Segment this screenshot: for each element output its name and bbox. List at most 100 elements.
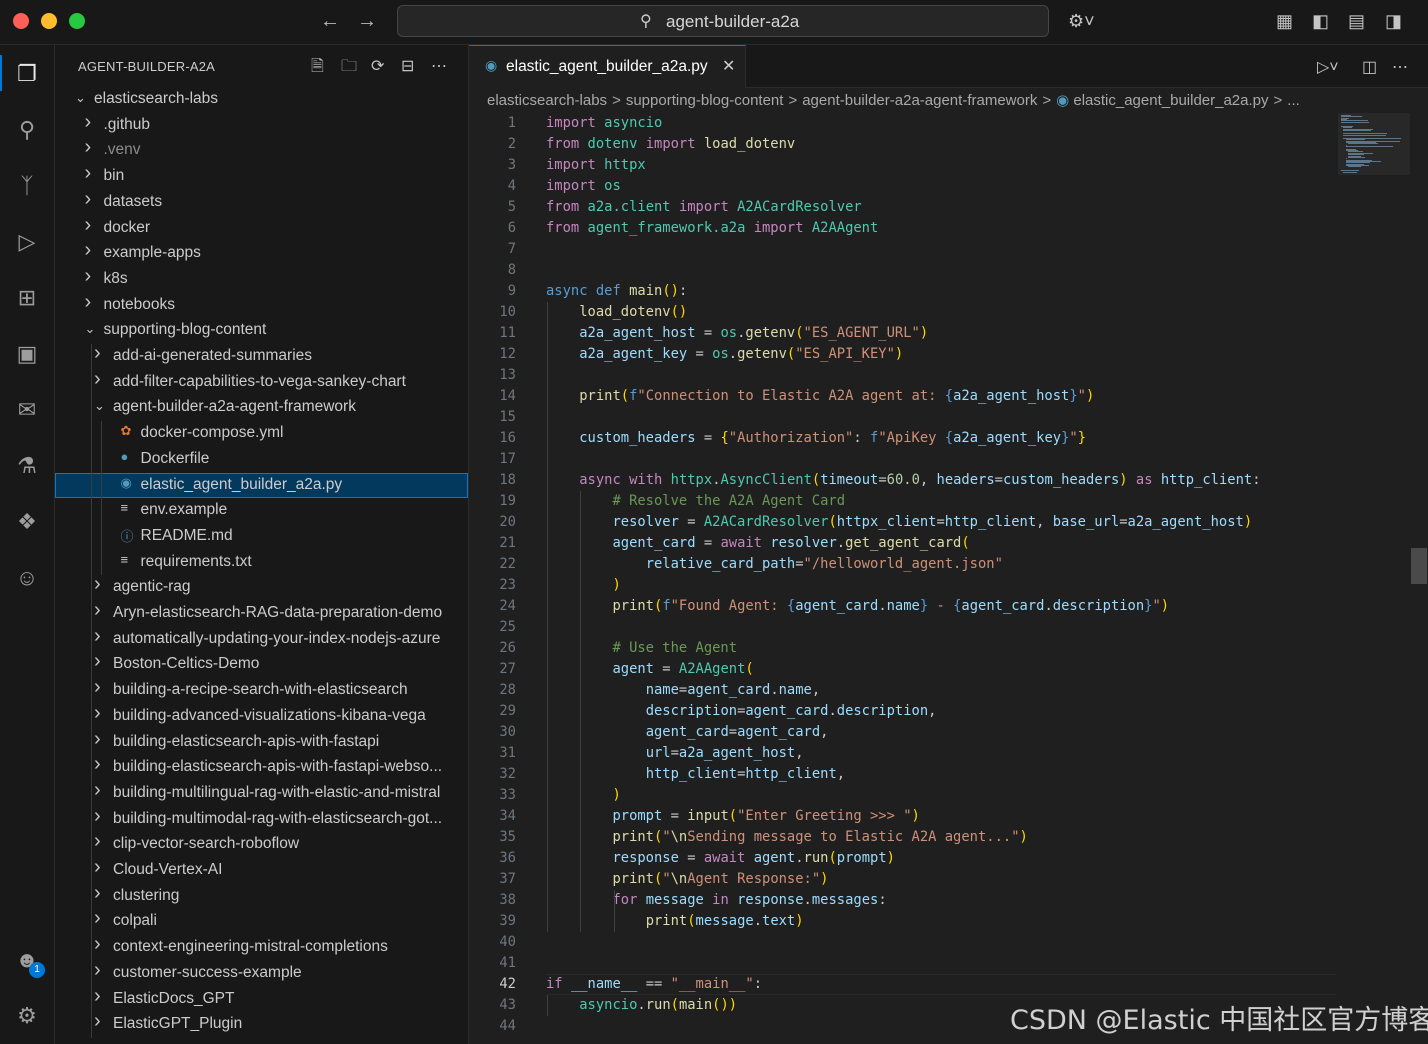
code-line[interactable]: load_dotenv() — [546, 302, 687, 323]
new-folder-icon[interactable]: 🗀 — [341, 55, 371, 82]
code-line[interactable]: response = await agent.run(prompt) — [546, 848, 894, 869]
tab-elastic-agent-builder-a2a[interactable]: ◉ elastic_agent_builder_a2a.py ✕ — [469, 45, 746, 88]
explorer-icon[interactable]: ❐ — [12, 59, 42, 89]
tree-folder[interactable]: › building-advanced-visualizations-kibana… — [55, 702, 468, 730]
code-line[interactable]: print(f"Connection to Elastic A2A agent … — [546, 386, 1094, 407]
tree-folder[interactable]: ⌄ agent-builder-a2a-agent-framework — [55, 395, 468, 421]
back-arrow-icon[interactable]: ← — [320, 10, 340, 33]
code-line[interactable]: agent_card = await resolver.get_agent_ca… — [546, 533, 969, 554]
breadcrumb-item[interactable]: agent-builder-a2a-agent-framework — [802, 92, 1037, 109]
code-line[interactable]: ) — [546, 575, 620, 596]
copilot-icon[interactable]: ⚙˅ — [1068, 11, 1095, 32]
chevron-right-icon[interactable]: › — [94, 779, 101, 802]
chevron-right-icon[interactable]: › — [94, 959, 101, 982]
run-python-file-icon[interactable]: ▷˅ — [1317, 57, 1339, 77]
code-line[interactable]: # Use the Agent — [546, 638, 737, 659]
tree-folder[interactable]: › add-ai-generated-summaries — [55, 342, 468, 370]
tree-file[interactable]: ◉ elastic_agent_builder_a2a.py — [55, 472, 468, 499]
command-center-search[interactable]: ⚲ agent-builder-a2a — [397, 5, 1049, 37]
code-line[interactable]: import os — [546, 176, 621, 197]
code-line[interactable]: print(message.text) — [546, 911, 804, 932]
code-line[interactable]: from a2a.client import A2ACardResolver — [546, 197, 862, 218]
source-control-icon[interactable]: ᛉ — [12, 171, 42, 201]
code-line[interactable]: for message in response.messages: — [546, 890, 886, 911]
maximize-window-button[interactable] — [69, 13, 85, 29]
code-line[interactable]: import httpx — [546, 155, 646, 176]
tree-file[interactable]: ✿ docker-compose.yml — [55, 421, 468, 447]
chevron-right-icon[interactable]: › — [94, 573, 101, 596]
settings-gear-icon[interactable]: ⚙ — [12, 1001, 42, 1031]
code-line[interactable]: agent = A2AAgent( — [546, 659, 753, 680]
tree-folder[interactable]: › building-a-recipe-search-with-elasticse… — [55, 676, 468, 704]
chevron-right-icon[interactable]: › — [94, 882, 101, 905]
more-actions-icon[interactable]: ⋯ — [431, 56, 461, 76]
chevron-right-icon[interactable]: › — [94, 728, 101, 751]
tree-folder[interactable]: › customer-success-example — [55, 959, 468, 987]
code-line[interactable]: async def main(): — [546, 281, 687, 302]
toggle-panel-icon[interactable]: ▤ — [1348, 11, 1365, 32]
code-line[interactable]: asyncio.run(main()) — [546, 995, 737, 1016]
code-line[interactable]: print(f"Found Agent: {agent_card.name} -… — [546, 596, 1169, 617]
customize-layout-icon[interactable]: ▦ — [1276, 11, 1293, 32]
testing-icon[interactable]: ⚗ — [12, 451, 42, 481]
breadcrumb-item[interactable]: supporting-blog-content — [626, 92, 784, 109]
tree-file[interactable]: ≡ env.example — [55, 498, 468, 524]
code-line[interactable]: # Resolve the A2A Agent Card — [546, 491, 845, 512]
code-line[interactable]: a2a_agent_key = os.getenv("ES_API_KEY") — [546, 344, 903, 365]
tree-folder[interactable]: › datasets — [55, 188, 468, 216]
tree-folder[interactable]: › clip-vector-search-roboflow — [55, 830, 468, 858]
code-line[interactable]: async with httpx.AsyncClient(timeout=60.… — [546, 470, 1260, 491]
chevron-right-icon[interactable]: › — [85, 111, 92, 134]
tree-folder[interactable]: › building-multilingual-rag-with-elastic-… — [55, 779, 468, 807]
chevron-right-icon[interactable]: › — [94, 1010, 101, 1033]
code-line[interactable]: prompt = input("Enter Greeting >>> ") — [546, 806, 919, 827]
code-line[interactable]: print("\nSending message to Elastic A2A … — [546, 827, 1027, 848]
tree-folder[interactable]: › docker — [55, 214, 468, 242]
code-line[interactable]: from agent_framework.a2a import A2AAgent — [546, 218, 878, 239]
chevron-down-icon[interactable]: ⌄ — [75, 90, 86, 106]
toggle-primary-sidebar-icon[interactable]: ◧ — [1312, 11, 1329, 32]
code-line[interactable]: agent_card=agent_card, — [546, 722, 829, 743]
copilot-agents-icon[interactable]: ☺ — [12, 563, 42, 593]
code-line[interactable]: url=a2a_agent_host, — [546, 743, 804, 764]
chevron-right-icon[interactable]: › — [94, 805, 101, 828]
tree-folder[interactable]: › add-filter-capabilities-to-vega-sankey-… — [55, 368, 468, 396]
chevron-right-icon[interactable]: › — [94, 599, 101, 622]
tree-folder[interactable]: › colpali — [55, 907, 468, 935]
tree-folder[interactable]: › building-elasticsearch-apis-with-fastap… — [55, 753, 468, 781]
chevron-right-icon[interactable]: › — [85, 239, 92, 262]
chevron-right-icon[interactable]: › — [94, 342, 101, 365]
tree-folder[interactable]: › notebooks — [55, 291, 468, 319]
code-line[interactable]: if __name__ == "__main__": — [546, 974, 762, 995]
chevron-right-icon[interactable]: › — [94, 907, 101, 930]
minimap[interactable] — [1338, 113, 1410, 175]
tree-folder[interactable]: › ElasticGPT_Plugin — [55, 1010, 468, 1038]
chevron-right-icon[interactable]: › — [94, 368, 101, 391]
tree-folder[interactable]: › building-multimodal-rag-with-elasticsea… — [55, 805, 468, 833]
code-line[interactable]: relative_card_path="/helloworld_agent.js… — [546, 554, 1003, 575]
chevron-right-icon[interactable]: › — [94, 625, 101, 648]
chevron-right-icon[interactable]: › — [94, 753, 101, 776]
tree-folder[interactable]: › Cloud-Vertex-AI — [55, 856, 468, 884]
tree-file[interactable]: ● Dockerfile — [55, 447, 468, 473]
code-line[interactable]: custom_headers = {"Authorization": f"Api… — [546, 428, 1086, 449]
chevron-right-icon[interactable]: › — [85, 162, 92, 185]
new-file-icon[interactable]: 🗎 — [311, 55, 341, 82]
search-view-icon[interactable]: ⚲ — [12, 115, 42, 145]
toggle-secondary-sidebar-icon[interactable]: ◨ — [1385, 11, 1402, 32]
tree-folder[interactable]: ⌄ supporting-blog-content — [55, 318, 468, 344]
refresh-icon[interactable]: ⟳ — [371, 56, 401, 76]
forward-arrow-icon[interactable]: → — [357, 10, 377, 33]
containers-icon[interactable]: ❖ — [12, 507, 42, 537]
breadcrumb-item[interactable]: elastic_agent_builder_a2a.py — [1073, 92, 1268, 109]
breadcrumb-item[interactable]: ... — [1287, 92, 1300, 109]
tree-folder[interactable]: ⌄ elasticsearch-labs — [55, 87, 468, 113]
code-line[interactable]: import asyncio — [546, 113, 662, 134]
chevron-right-icon[interactable]: › — [85, 265, 92, 288]
split-editor-icon[interactable]: ◫ — [1362, 57, 1377, 77]
code-line[interactable]: http_client=http_client, — [546, 764, 845, 785]
chevron-right-icon[interactable]: › — [94, 676, 101, 699]
chevron-right-icon[interactable]: › — [94, 856, 101, 879]
run-debug-icon[interactable]: ▷ — [12, 227, 42, 257]
chevron-right-icon[interactable]: › — [94, 650, 101, 673]
